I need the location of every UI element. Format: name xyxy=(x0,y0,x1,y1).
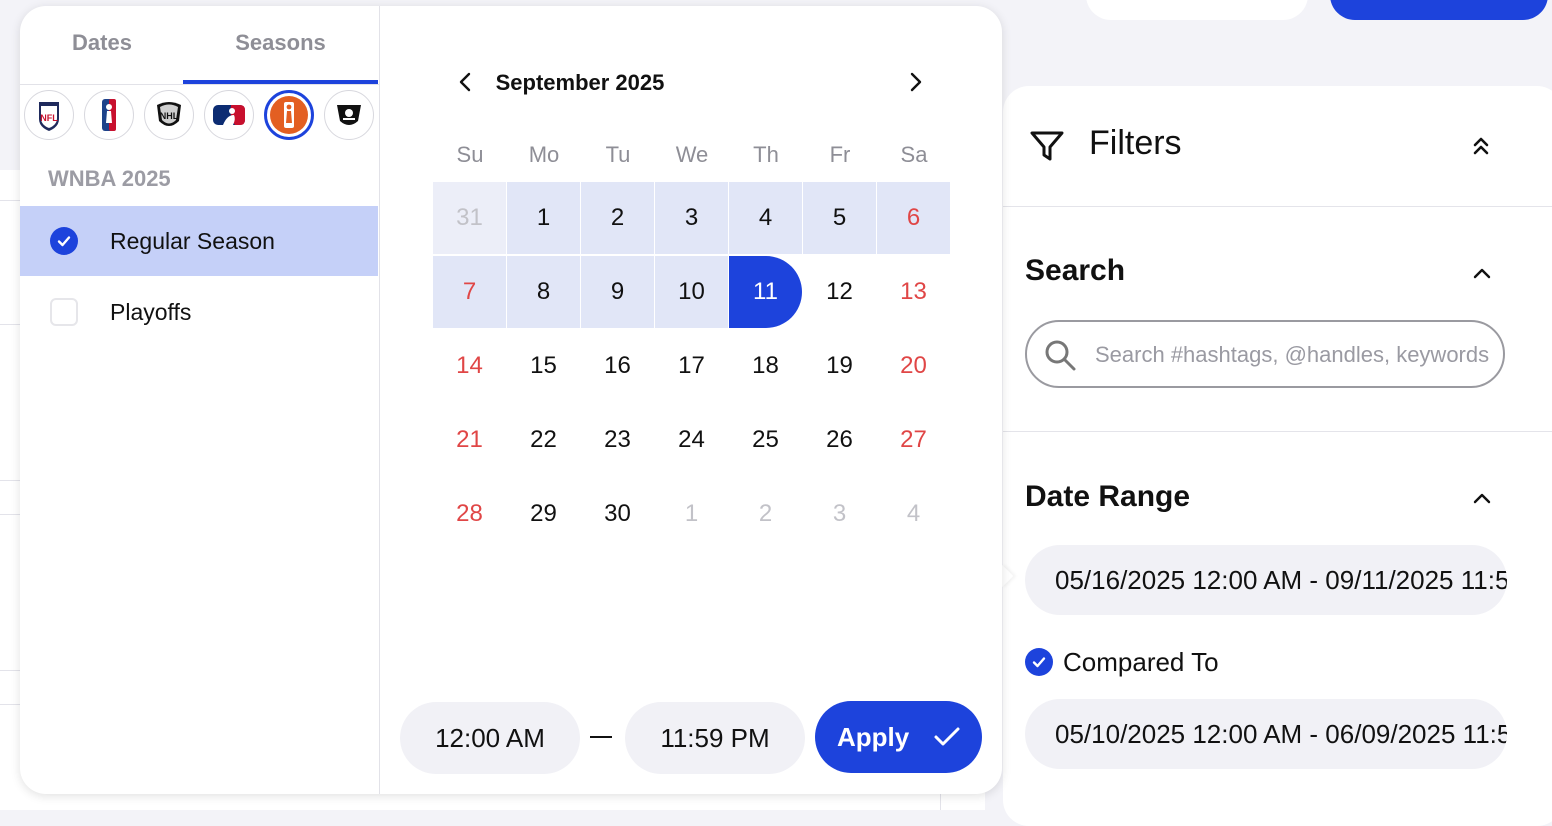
calendar-day[interactable]: 20 xyxy=(877,330,950,402)
weekday-label: Mo xyxy=(528,142,560,167)
start-time-field[interactable]: 12:00 AM xyxy=(400,702,580,774)
calendar-day[interactable]: 4 xyxy=(729,182,802,254)
calendar-day[interactable]: 2 xyxy=(729,478,802,550)
mlb-logo-icon[interactable] xyxy=(204,90,254,140)
season-option-label: Playoffs xyxy=(110,299,192,325)
weekday-label: Th xyxy=(753,142,779,167)
season-option-playoffs[interactable]: Playoffs xyxy=(20,277,378,347)
search-input[interactable] xyxy=(1093,334,1497,376)
picker-tabs: Dates Seasons xyxy=(20,6,379,85)
calendar-day[interactable]: 26 xyxy=(803,404,876,476)
calendar-day[interactable]: 8 xyxy=(507,256,580,328)
date-picker-popup: Dates Seasons NFL NHL WNBA 2025 Regular … xyxy=(20,6,1002,794)
end-time-field[interactable]: 11:59 PM xyxy=(625,702,805,774)
league-season-title: WNBA 2025 xyxy=(48,166,171,191)
chevron-up-icon[interactable] xyxy=(1467,483,1497,513)
calendar-day[interactable]: 2 xyxy=(581,182,654,254)
weekday-label: Su xyxy=(456,142,484,167)
search-field[interactable] xyxy=(1025,320,1505,388)
compared-range-field[interactable]: 05/10/2025 12:00 AM - 06/09/2025 11:59 P… xyxy=(1025,699,1507,769)
calendar-day[interactable]: 14 xyxy=(433,330,506,402)
calendar-day[interactable]: 6 xyxy=(877,182,950,254)
season-option-regular[interactable]: Regular Season xyxy=(20,206,378,276)
nhl-logo-icon[interactable]: NHL xyxy=(144,90,194,140)
calendar-day[interactable]: 9 xyxy=(581,256,654,328)
calendar-day[interactable]: 23 xyxy=(581,404,654,476)
check-circle-icon[interactable] xyxy=(1025,648,1053,676)
filters-header: Filters xyxy=(1003,86,1552,207)
svg-text:NFL: NFL xyxy=(40,113,58,123)
month-label: September 2025 xyxy=(495,70,665,95)
weekday-label: Sa xyxy=(900,142,928,167)
filters-title: Filters xyxy=(1089,124,1182,162)
season-option-label: Regular Season xyxy=(110,228,275,254)
calendar-day[interactable]: 5 xyxy=(803,182,876,254)
calendar-day[interactable]: 7 xyxy=(433,256,506,328)
calendar-day[interactable]: 3 xyxy=(803,478,876,550)
calendar-day[interactable]: 29 xyxy=(507,478,580,550)
filters-panel: Filters Search Date Range 05/16/2025 12:… xyxy=(1003,86,1552,826)
top-primary-button[interactable] xyxy=(1330,0,1548,20)
next-month-icon[interactable] xyxy=(897,64,933,100)
weekday-label: Fr xyxy=(829,142,851,167)
calendar-day[interactable]: 27 xyxy=(877,404,950,476)
calendar-day[interactable]: 19 xyxy=(803,330,876,402)
wnba-logo-icon[interactable] xyxy=(264,90,314,140)
checkbox-icon xyxy=(50,298,78,326)
calendar-day[interactable]: 3 xyxy=(655,182,728,254)
chevron-up-icon[interactable] xyxy=(1467,258,1497,288)
calendar-day[interactable]: 11 xyxy=(729,256,802,328)
calendar-day[interactable]: 15 xyxy=(507,330,580,402)
weekday-label: Tu xyxy=(605,142,631,167)
league-logos: NFL NHL xyxy=(20,90,379,144)
nfl-logo-icon[interactable]: NFL xyxy=(24,90,74,140)
collapse-all-icon[interactable] xyxy=(1465,130,1497,162)
compared-to-checkbox[interactable]: Compared To xyxy=(1025,647,1219,677)
section-divider xyxy=(1003,431,1552,432)
nba-logo-icon[interactable] xyxy=(84,90,134,140)
compared-to-label: Compared To xyxy=(1063,646,1219,677)
calendar-day[interactable]: 1 xyxy=(655,478,728,550)
top-secondary-button[interactable] xyxy=(1086,0,1308,20)
calendar-day[interactable]: 22 xyxy=(507,404,580,476)
apply-button[interactable]: Apply xyxy=(815,701,982,773)
checkmark-icon xyxy=(934,727,960,746)
calendar-day[interactable]: 25 xyxy=(729,404,802,476)
calendar-day[interactable]: 4 xyxy=(877,478,950,550)
nwsl-logo-icon[interactable] xyxy=(324,90,374,140)
apply-label: Apply xyxy=(837,721,910,752)
tab-seasons[interactable]: Seasons xyxy=(183,6,378,84)
calendar-day[interactable]: 17 xyxy=(655,330,728,402)
calendar-day[interactable]: 24 xyxy=(655,404,728,476)
calendar-day[interactable]: 21 xyxy=(433,404,506,476)
calendar-day[interactable]: 18 xyxy=(729,330,802,402)
calendar-day[interactable]: 1 xyxy=(507,182,580,254)
filter-icon xyxy=(1030,131,1064,161)
svg-text:NHL: NHL xyxy=(160,111,179,121)
calendar-day[interactable]: 10 xyxy=(655,256,728,328)
calendar-day[interactable]: 28 xyxy=(433,478,506,550)
tab-dates[interactable]: Dates xyxy=(22,6,182,84)
calendar-day[interactable]: 12 xyxy=(803,256,876,328)
date-range-field[interactable]: 05/16/2025 12:00 AM - 09/11/2025 11:59 P… xyxy=(1025,545,1507,615)
seasons-pane: Dates Seasons NFL NHL WNBA 2025 Regular … xyxy=(20,6,380,794)
search-icon xyxy=(1045,340,1076,371)
calendar-day[interactable]: 13 xyxy=(877,256,950,328)
date-range-section-title: Date Range xyxy=(1025,480,1191,513)
calendar-day[interactable]: 30 xyxy=(581,478,654,550)
time-separator xyxy=(590,736,612,738)
calendar-day[interactable]: 31 xyxy=(433,182,506,254)
search-section-title: Search xyxy=(1025,254,1126,287)
check-circle-icon xyxy=(50,227,78,255)
weekday-label: We xyxy=(675,142,709,167)
calendar-day[interactable]: 16 xyxy=(581,330,654,402)
